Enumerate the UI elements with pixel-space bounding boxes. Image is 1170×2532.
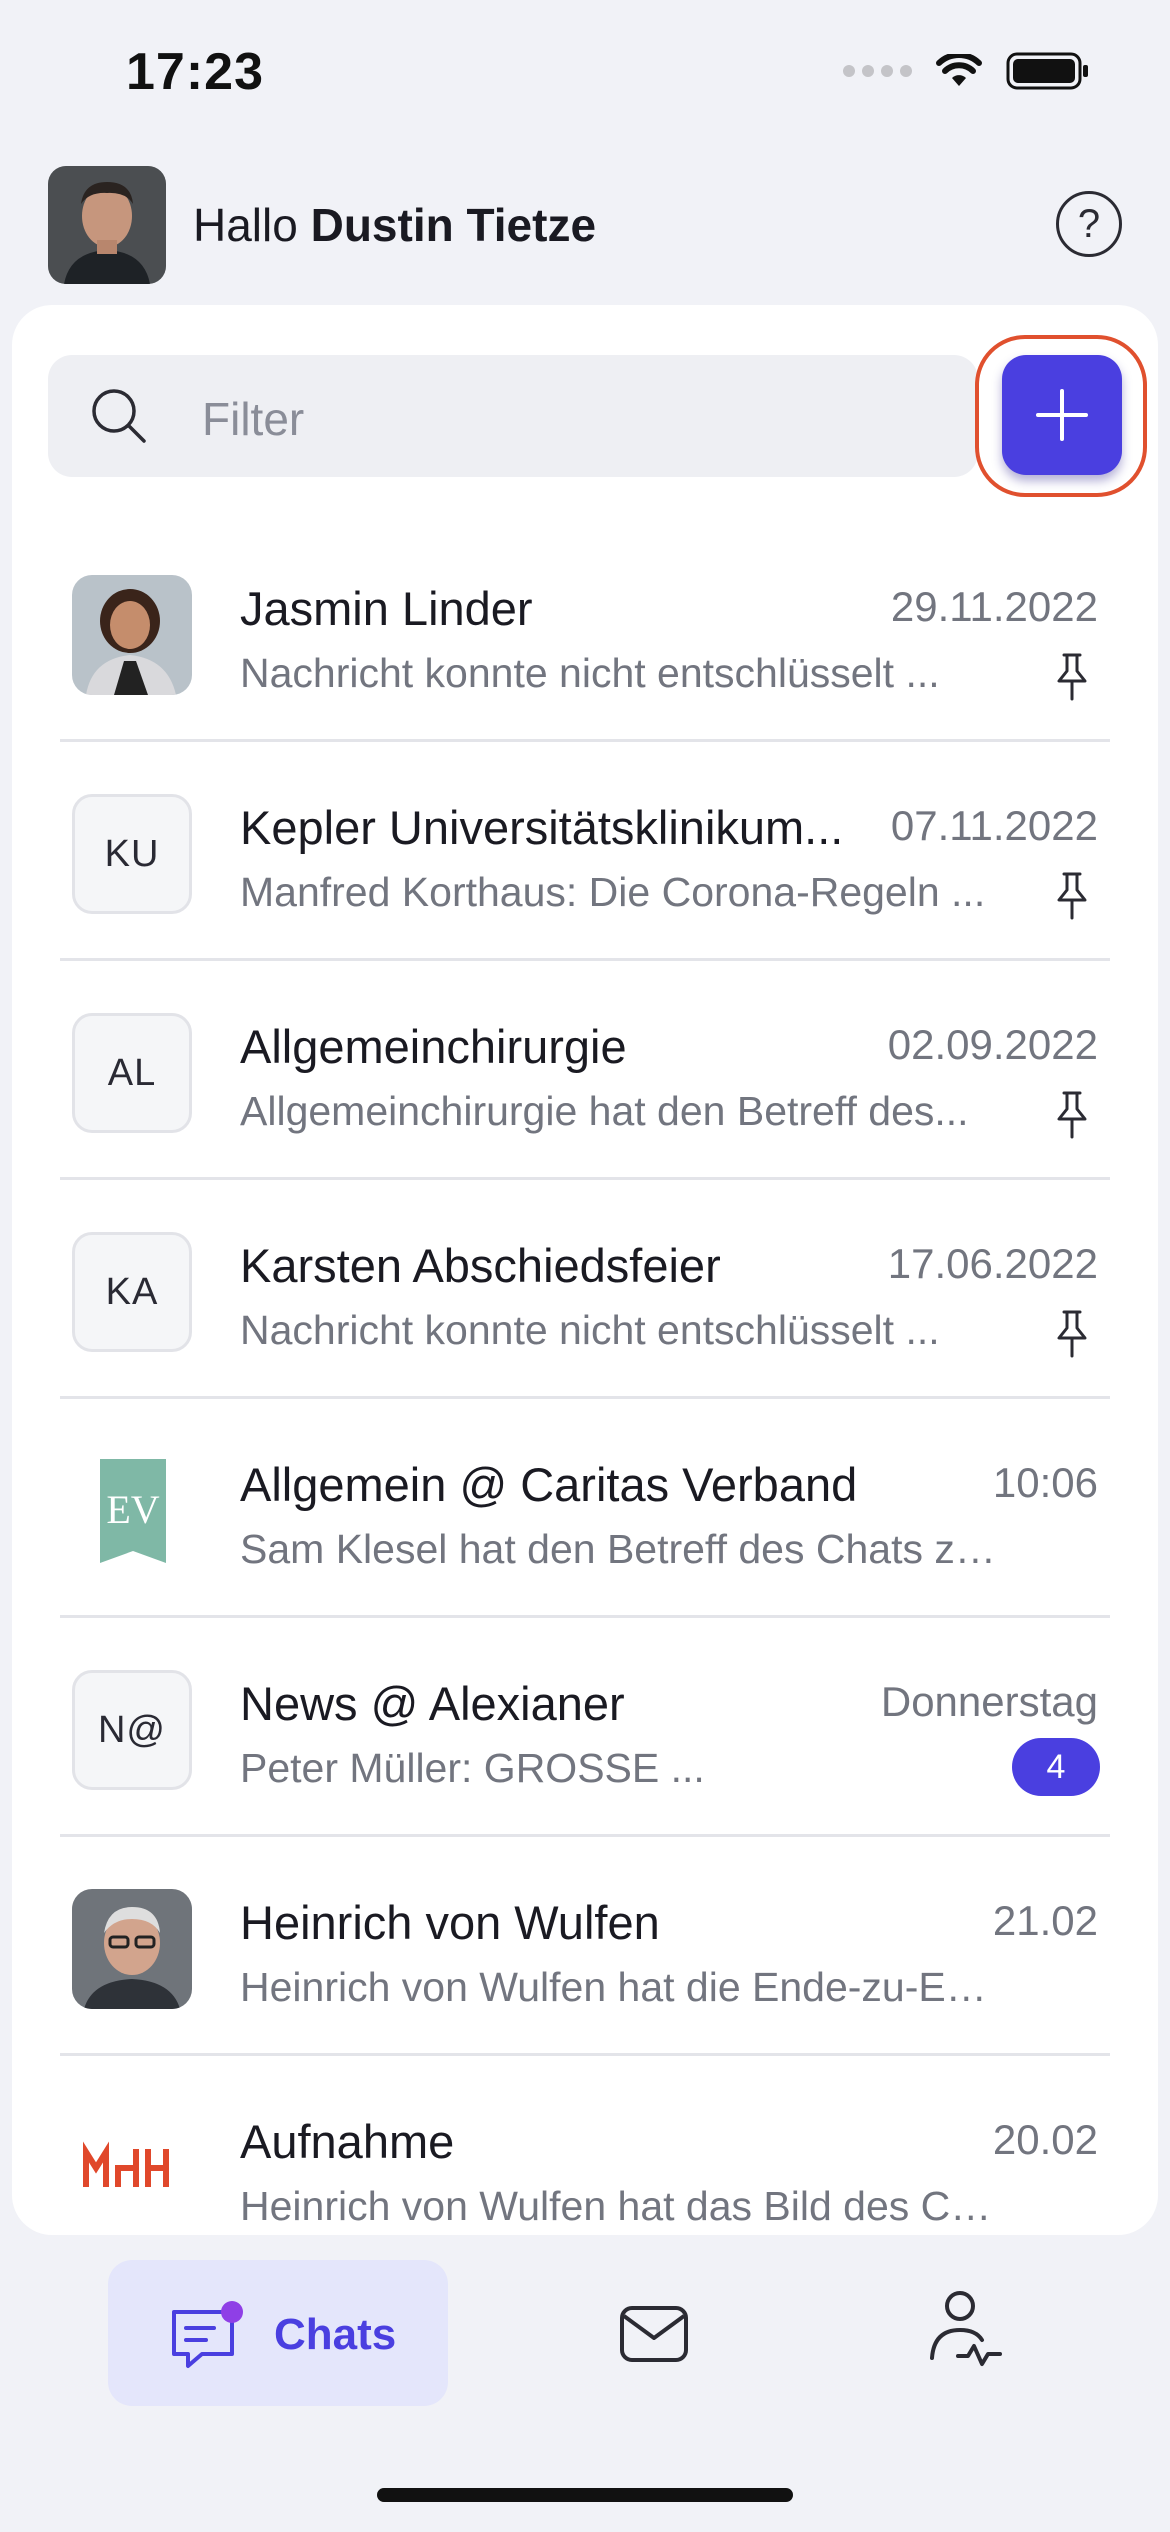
chat-bubble-icon bbox=[172, 2301, 243, 2368]
user-avatar[interactable] bbox=[48, 166, 166, 284]
contact-avatar: KU bbox=[72, 794, 192, 914]
chat-title: Karsten Abschiedsfeier bbox=[240, 1239, 721, 1292]
pin-icon bbox=[1057, 653, 1087, 701]
search-input[interactable]: Filter bbox=[48, 355, 978, 477]
chat-date: 20.02 bbox=[992, 2116, 1098, 2163]
tab-chats-label: Chats bbox=[274, 2310, 397, 2359]
contact-avatar: AL bbox=[72, 1013, 192, 1133]
header: Hallo Dustin Tietze ? bbox=[0, 160, 1170, 290]
mhh-logo bbox=[72, 2108, 192, 2228]
patient-profile-icon[interactable] bbox=[920, 2286, 1006, 2376]
ev-logo: EV bbox=[72, 1451, 192, 1571]
new-chat-button[interactable] bbox=[1002, 355, 1122, 475]
chat-title: News @ Alexianer bbox=[240, 1677, 625, 1730]
contact-avatar: KA bbox=[72, 1232, 192, 1352]
cellular-signal-icon bbox=[843, 65, 912, 77]
home-indicator bbox=[377, 2488, 793, 2502]
status-time: 17:23 bbox=[126, 43, 264, 101]
chat-title: Aufnahme bbox=[240, 2115, 455, 2168]
help-button[interactable]: ? bbox=[1056, 191, 1122, 257]
greeting-text: Hallo bbox=[193, 199, 298, 251]
chat-row[interactable]: Jasmin Linder 29.11.2022 Nachricht konnt… bbox=[12, 523, 1158, 742]
search-icon bbox=[92, 389, 146, 443]
chat-date: 02.09.2022 bbox=[887, 1021, 1098, 1068]
pin-icon bbox=[1057, 1310, 1087, 1358]
chat-date: 07.11.2022 bbox=[890, 802, 1098, 849]
chat-preview: Peter Müller: GROSSE ... bbox=[240, 1745, 705, 1791]
wifi-icon bbox=[936, 54, 982, 86]
contact-avatar: N@ bbox=[72, 1670, 192, 1790]
chat-title: Allgemein @ Caritas Verband bbox=[240, 1458, 858, 1511]
mail-icon[interactable] bbox=[612, 2294, 698, 2374]
pin-icon bbox=[1057, 872, 1087, 920]
chat-date: Donnerstag bbox=[880, 1678, 1098, 1725]
svg-text:EV: EV bbox=[106, 1487, 159, 1532]
chat-preview: Allgemeinchirurgie hat den Betreff des..… bbox=[240, 1088, 969, 1134]
greeting: Hallo Dustin Tietze bbox=[193, 198, 596, 252]
status-icons bbox=[843, 52, 1090, 90]
bottom-tab-bar: Chats bbox=[0, 2250, 1170, 2430]
chat-title: Heinrich von Wulfen bbox=[240, 1896, 660, 1949]
chat-preview: Nachricht konnte nicht entschlüsselt ... bbox=[240, 1307, 940, 1353]
chat-title: Kepler Universitätsklinikum... bbox=[240, 801, 844, 854]
chat-row[interactable]: Heinrich von Wulfen 21.02 Heinrich von W… bbox=[12, 1837, 1158, 2056]
chat-preview: Sam Klesel hat den Betreff des Chats zu … bbox=[240, 1526, 1000, 1572]
chat-date: 17.06.2022 bbox=[887, 1240, 1098, 1287]
chat-row[interactable]: KU Kepler Universitätsklinikum... 07.11.… bbox=[12, 742, 1158, 961]
chat-preview: Heinrich von Wulfen hat das Bild des Cha… bbox=[240, 2183, 1000, 2229]
chat-preview: Nachricht konnte nicht entschlüsselt ... bbox=[240, 650, 940, 696]
chat-row[interactable]: KA Karsten Abschiedsfeier 17.06.2022 Nac… bbox=[12, 1180, 1158, 1399]
chat-row[interactable]: N@ News @ Alexianer Donnerstag Peter Mül… bbox=[12, 1618, 1158, 1837]
chat-preview: Heinrich von Wulfen hat die Ende-zu-Ende… bbox=[240, 1964, 1000, 2010]
chat-row[interactable]: Aufnahme 20.02 Heinrich von Wulfen hat d… bbox=[12, 2056, 1158, 2235]
search-placeholder: Filter bbox=[202, 393, 305, 445]
chat-date: 29.11.2022 bbox=[890, 583, 1098, 630]
chat-list: Jasmin Linder 29.11.2022 Nachricht konnt… bbox=[12, 523, 1158, 2235]
chat-row[interactable]: AL Allgemeinchirurgie 02.09.2022 Allgeme… bbox=[12, 961, 1158, 1180]
chat-title: Allgemeinchirurgie bbox=[240, 1020, 627, 1073]
question-mark-icon: ? bbox=[1077, 201, 1101, 246]
chat-row[interactable]: EV Allgemein @ Caritas Verband 10:06 Sam… bbox=[12, 1399, 1158, 1618]
contact-avatar bbox=[72, 1889, 192, 2009]
chat-title: Jasmin Linder bbox=[240, 582, 533, 635]
status-bar: 17:23 bbox=[0, 0, 1170, 150]
unread-badge: 4 bbox=[1012, 1738, 1100, 1796]
user-name: Dustin Tietze bbox=[310, 199, 597, 251]
pin-icon bbox=[1057, 1091, 1087, 1139]
chat-list-card: Filter Jasmin Linder 29.11.2022 Nachrich… bbox=[12, 305, 1158, 2235]
tab-chats[interactable]: Chats bbox=[108, 2260, 448, 2406]
chat-preview: Manfred Korthaus: Die Corona-Regeln ... bbox=[240, 869, 986, 915]
chat-date: 10:06 bbox=[992, 1459, 1098, 1506]
chat-date: 21.02 bbox=[992, 1897, 1098, 1944]
plus-icon bbox=[1036, 389, 1088, 441]
contact-avatar bbox=[72, 575, 192, 695]
battery-icon bbox=[1006, 52, 1088, 90]
